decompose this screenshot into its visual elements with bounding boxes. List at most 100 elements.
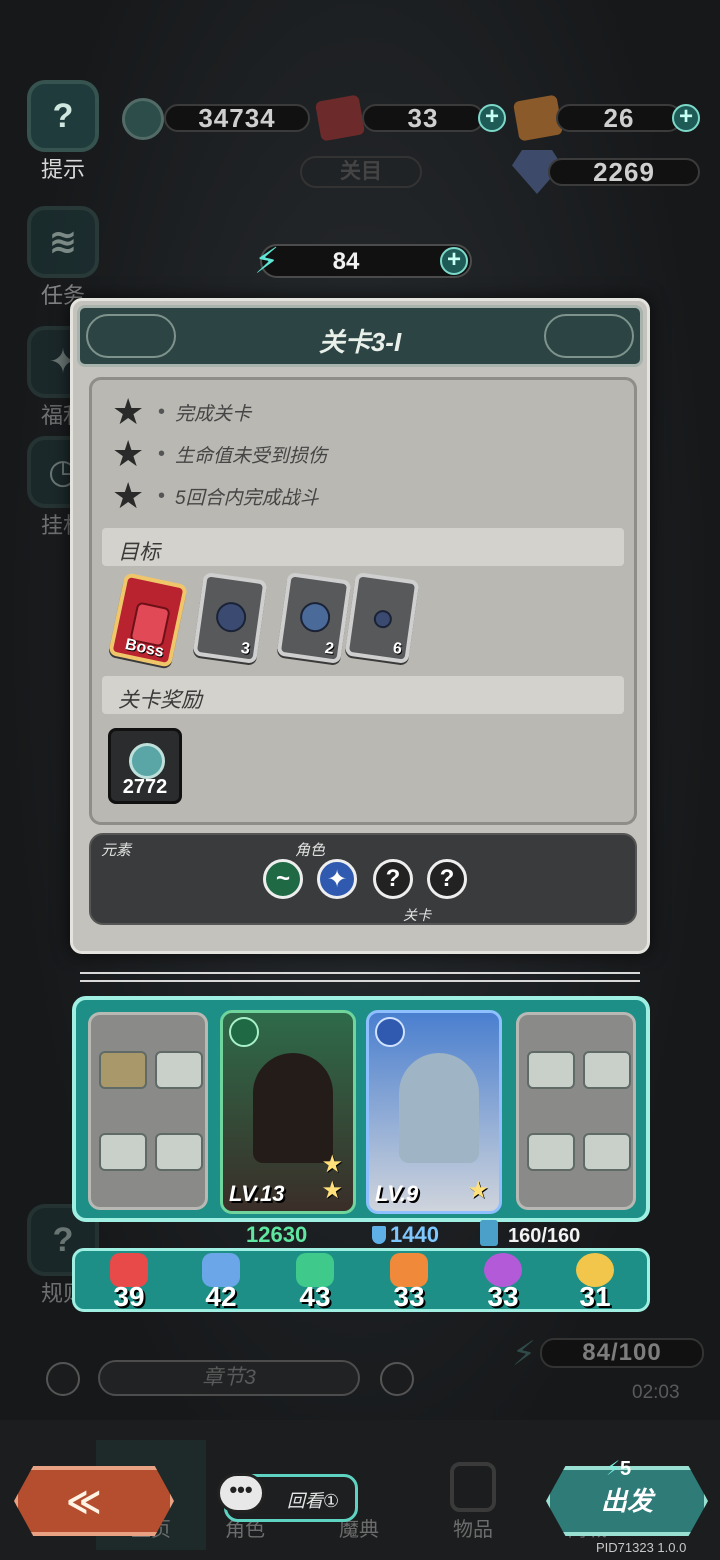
section-divider: [80, 972, 640, 982]
element-label: 元素: [101, 842, 132, 859]
spell-scroll-icon: [155, 1133, 203, 1171]
energy-value: 84: [332, 248, 360, 275]
stage-label: 关卡: [403, 907, 431, 923]
spell-scroll-icon: [99, 1133, 147, 1171]
fire-element: 39: [99, 1253, 159, 1313]
enemy-count: 3: [239, 639, 251, 658]
enemy-card-3[interactable]: 6: [344, 571, 420, 665]
depart-cost: ⚡5: [606, 1458, 632, 1480]
chapter-selector[interactable]: 章节3: [98, 1360, 360, 1396]
reward-section-header: 关卡奖励: [102, 676, 624, 714]
wind-element-icon: [229, 1017, 259, 1047]
spell-slot-left[interactable]: [88, 1012, 208, 1210]
condition-1: ★ • 完成关卡: [112, 391, 252, 432]
timer: 02:03: [632, 1382, 680, 1403]
reward-label: 关卡奖励: [118, 689, 202, 712]
enemy-count: 6: [391, 639, 403, 658]
rock-monster-icon: [298, 600, 333, 635]
red-ticket-icon: [314, 94, 366, 142]
hero-level: LV.13: [229, 1181, 285, 1206]
hint-button[interactable]: ? 提示: [26, 80, 100, 184]
speech-bubble-icon: •••: [217, 1473, 265, 1513]
team-hp: 12630: [246, 1222, 308, 1247]
question-icon: ?: [27, 80, 99, 152]
hero-card-2[interactable]: ★ LV.9: [366, 1010, 502, 1214]
role-label: 角色: [295, 842, 326, 859]
wind-element-icon[interactable]: ~: [263, 859, 303, 899]
hero-portrait: [399, 1053, 479, 1163]
add-red-ticket-button[interactable]: +: [478, 104, 506, 132]
thunder-element: 33: [379, 1253, 439, 1313]
reward-amount: 2772: [122, 776, 168, 798]
prev-chapter-button[interactable]: [46, 1362, 80, 1396]
star-icon: ★: [112, 391, 145, 432]
energy-bar: ⚡ 84 +: [254, 240, 472, 281]
level-indicator: 关目: [300, 156, 422, 188]
light-element: 31: [565, 1253, 625, 1313]
spell-scroll-icon: [155, 1051, 203, 1089]
review-label: 回看①: [287, 1491, 340, 1511]
small-monster-icon: [372, 608, 394, 630]
stage-dialog: 关卡3-I ★ • 完成关卡 ★ • 生命值未受到损伤 ★ • 5回合内完成战斗…: [70, 298, 650, 954]
coin-icon: [122, 98, 164, 140]
void-element: 33: [473, 1253, 533, 1313]
star-icon: ★: [467, 1177, 489, 1204]
enemy-count: 2: [323, 639, 335, 658]
dialog-header: 关卡3-I: [77, 305, 643, 367]
review-button[interactable]: ••• 回看①: [217, 1473, 358, 1522]
task-button[interactable]: ≋ 任务: [26, 206, 100, 310]
back-button[interactable]: ≪: [14, 1466, 174, 1536]
condition-2: ★ • 生命值未受到损伤: [112, 433, 328, 474]
scroll-icon: ≋: [27, 206, 99, 278]
condition-3: ★ • 5回合内完成战斗: [112, 475, 319, 516]
condition-text: 生命值未受到损伤: [175, 445, 328, 467]
next-chapter-button[interactable]: [380, 1362, 414, 1396]
slime-monster-icon: [214, 600, 249, 635]
ice-element-icon[interactable]: ✦: [317, 859, 357, 899]
build-version: PID71323 1.0.0: [596, 1540, 687, 1555]
enemy-card-2[interactable]: 2: [276, 571, 352, 665]
dialog-title: 关卡3-I: [318, 327, 402, 357]
team-panel: ★ ★ LV.13 ★ LV.9: [72, 996, 650, 1222]
unknown-element-icon[interactable]: ?: [373, 859, 413, 899]
unknown-element-icon[interactable]: ?: [427, 859, 467, 899]
team-shield: 1440: [390, 1222, 439, 1247]
lightning-icon: ⚡: [512, 1335, 536, 1373]
reward-item[interactable]: 2772: [108, 728, 182, 804]
element-panel: 元素 角色 关卡 ~ ✦ ? ?: [89, 833, 637, 925]
tab-items[interactable]: 物品: [418, 1440, 528, 1550]
hero-card-1[interactable]: ★ ★ LV.13: [220, 1010, 356, 1214]
star-icon: ★: [112, 475, 145, 516]
add-energy-button[interactable]: +: [440, 247, 468, 275]
energy-full-value: 84/100: [540, 1338, 704, 1368]
coin-icon: [129, 743, 165, 779]
spell-slot-right[interactable]: [516, 1012, 636, 1210]
gold-ticket-value: 26: [556, 103, 682, 133]
spell-scroll-icon: [583, 1051, 631, 1089]
add-gold-ticket-button[interactable]: +: [672, 104, 700, 132]
ice-element-icon: [375, 1017, 405, 1047]
boss-enemy-card[interactable]: Boss: [107, 572, 189, 668]
spell-scroll-icon: [527, 1051, 575, 1089]
backpack-icon: [450, 1462, 496, 1512]
lightning-icon: ⚡: [606, 1458, 621, 1480]
wind-element: 43: [285, 1253, 345, 1313]
element-count-bar: 39 42 43 33 33 31: [72, 1248, 650, 1312]
targets-label: 目标: [118, 541, 160, 564]
card-deck-icon: [480, 1220, 498, 1246]
hero-portrait: [253, 1053, 333, 1163]
spell-scroll-icon: [583, 1133, 631, 1171]
spell-scroll-icon: [527, 1133, 575, 1171]
spell-scroll-icon: [99, 1051, 147, 1089]
stage-info-panel: ★ • 完成关卡 ★ • 生命值未受到损伤 ★ • 5回合内完成战斗 目标 Bo…: [89, 377, 637, 825]
star-icon: ★: [321, 1177, 343, 1204]
hint-label: 提示: [40, 157, 85, 182]
enemy-card-1[interactable]: 3: [192, 571, 268, 665]
back-arrow-icon: ≪: [66, 1483, 102, 1521]
depart-label: 出发: [600, 1486, 653, 1516]
hero-level: LV.9: [375, 1181, 419, 1206]
ice-element: 42: [191, 1253, 251, 1313]
shield-icon: [372, 1226, 386, 1244]
star-icon: ★: [321, 1151, 343, 1178]
red-ticket-value: 33: [362, 103, 484, 133]
